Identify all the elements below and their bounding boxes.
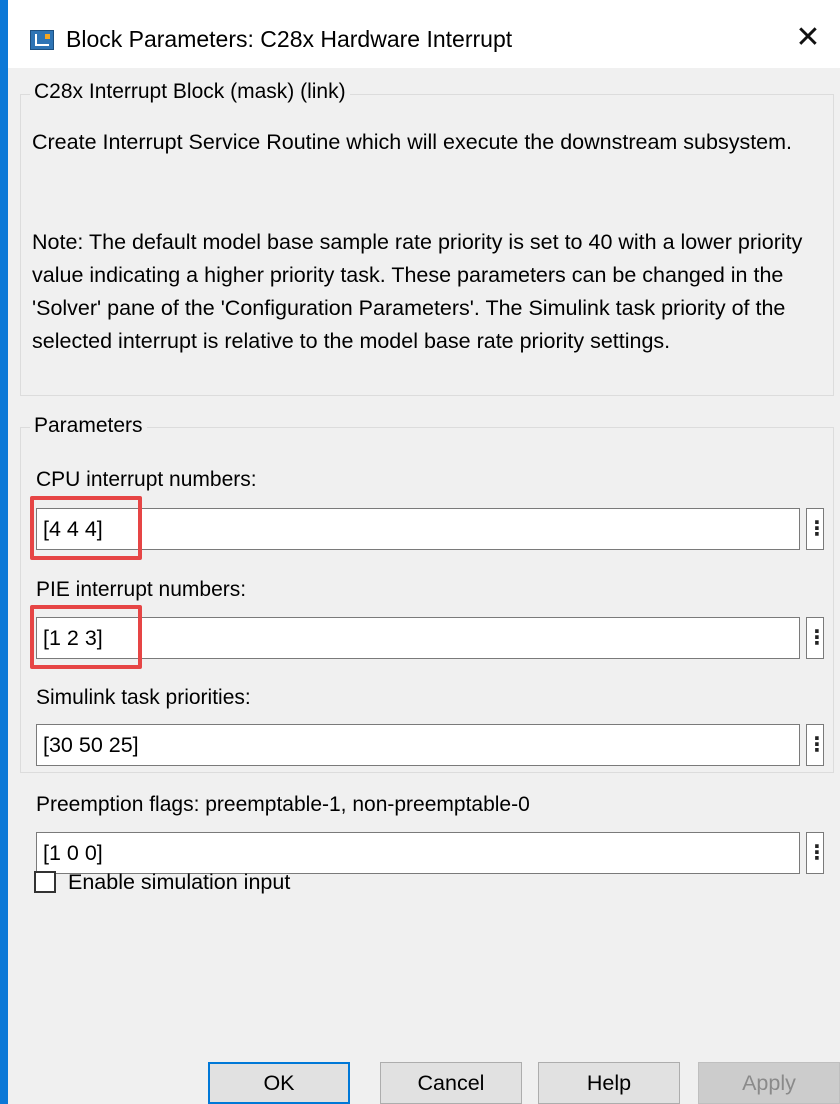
cpu-interrupt-numbers-input[interactable]: [4 4 4] — [36, 508, 800, 550]
simulink-task-priorities-label: Simulink task priorities: — [36, 686, 251, 709]
title-bar[interactable]: Block Parameters: C28x Hardware Interrup… — [8, 0, 840, 68]
mask-note: Note: The default model base sample rate… — [32, 230, 803, 353]
mask-group-legend: C28x Interrupt Block (mask) (link) — [30, 80, 350, 104]
pie-interrupt-numbers-input[interactable]: [1 2 3] — [36, 617, 800, 659]
preemption-flags-input[interactable]: [1 0 0] — [36, 832, 800, 874]
cpu-interrupt-numbers-label: CPU interrupt numbers: — [36, 468, 257, 491]
pie-interrupt-numbers-label: PIE interrupt numbers: — [36, 578, 247, 601]
mask-description: Create Interrupt Service Routine which w… — [32, 130, 793, 154]
pie-interrupt-numbers-more-icon[interactable]: ⋮ — [806, 617, 827, 659]
simulink-block-icon — [30, 30, 54, 50]
block-parameters-dialog: Block Parameters: C28x Hardware Interrup… — [8, 0, 840, 1104]
enable-simulation-input-label[interactable]: Enable simulation input — [68, 870, 290, 895]
ok-button[interactable]: OK — [208, 1062, 350, 1104]
cpu-interrupt-highlight-box — [30, 496, 142, 560]
apply-button[interactable]: Apply — [698, 1062, 840, 1104]
parameters-legend: Parameters — [30, 414, 147, 438]
preemption-flags-label: Preemption flags: preemptable-1, non-pre… — [36, 793, 530, 816]
help-button[interactable]: Help — [538, 1062, 680, 1104]
preemption-flags-more-icon[interactable]: ⋮ — [806, 832, 827, 874]
enable-simulation-input-checkbox[interactable] — [34, 871, 56, 893]
pie-interrupt-highlight-box — [30, 605, 142, 669]
cancel-button[interactable]: Cancel — [380, 1062, 522, 1104]
simulink-task-priorities-input[interactable]: [30 50 25] — [36, 724, 800, 766]
close-icon[interactable]: ✕ — [776, 0, 840, 68]
simulink-task-priorities-more-icon[interactable]: ⋮ — [806, 724, 827, 766]
window-title: Block Parameters: C28x Hardware Interrup… — [66, 26, 513, 52]
cpu-interrupt-numbers-more-icon[interactable]: ⋮ — [806, 508, 827, 550]
